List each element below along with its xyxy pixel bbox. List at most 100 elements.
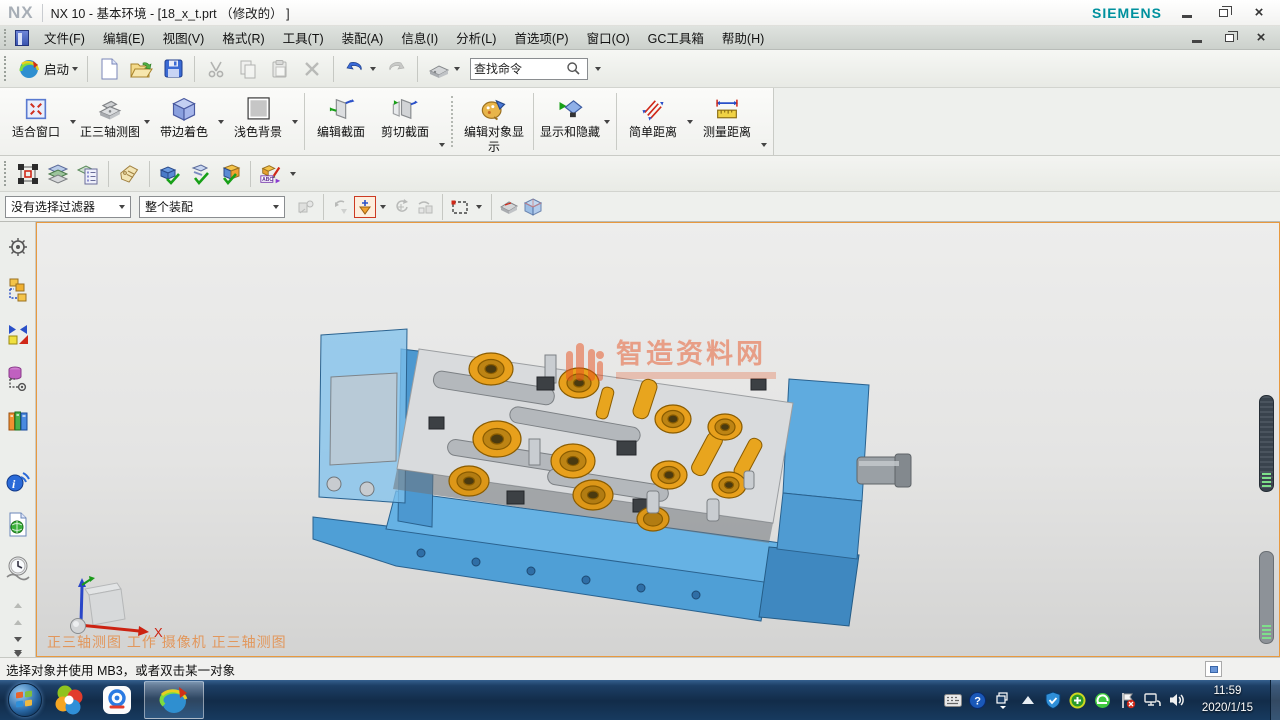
chevron-down-icon[interactable] xyxy=(292,120,298,124)
chevron-down-icon[interactable] xyxy=(144,120,150,124)
web-browser-icon[interactable] xyxy=(3,510,33,540)
simple-distance-button[interactable]: 简单距离 xyxy=(621,90,685,153)
search-icon[interactable] xyxy=(566,61,581,76)
save-button[interactable] xyxy=(157,55,189,83)
selection-scope-combo[interactable]: 整个装配 xyxy=(139,196,285,218)
scroll-down-icon[interactable] xyxy=(14,637,22,642)
isometric-view-button[interactable]: 正三轴测图 xyxy=(78,90,142,153)
window-mode-icon[interactable] xyxy=(1205,661,1222,677)
reuse-library-icon[interactable] xyxy=(3,407,33,437)
menu-information[interactable]: 信息(I) xyxy=(392,25,447,50)
assembly-cut-button[interactable] xyxy=(215,160,245,188)
3d-model-fixture-assembly[interactable] xyxy=(301,321,921,631)
constraint-navigator-icon[interactable] xyxy=(3,319,33,349)
simple-distance-icon xyxy=(639,95,667,123)
show-hidden-icons-button[interactable] xyxy=(1019,691,1037,709)
security-shield-icon[interactable] xyxy=(1044,691,1062,709)
menu-edit[interactable]: 编辑(E) xyxy=(94,25,154,50)
command-finder[interactable] xyxy=(470,58,588,80)
input-keyboard-icon[interactable] xyxy=(944,691,962,709)
selection-filter-combo[interactable]: 没有选择过滤器 xyxy=(5,196,131,218)
search-options-chevron[interactable] xyxy=(595,67,601,71)
measure-distance-button[interactable]: 测量距离 xyxy=(695,90,759,153)
hd3d-tools-icon[interactable]: i xyxy=(3,466,33,496)
snap-point-button[interactable] xyxy=(13,160,43,188)
volume-tray-icon[interactable] xyxy=(1169,691,1187,709)
edit-object-display-button[interactable]: 编辑对象显示 xyxy=(459,90,529,153)
network-tray-icon[interactable] xyxy=(1144,691,1162,709)
start-button[interactable] xyxy=(8,683,42,717)
menu-help[interactable]: 帮助(H) xyxy=(713,25,773,50)
object-name-edit-button[interactable]: ABC xyxy=(256,160,286,188)
start-button[interactable]: 启动 xyxy=(13,55,82,83)
chevron-down-icon[interactable] xyxy=(604,120,610,124)
chevron-down-icon[interactable] xyxy=(70,120,76,124)
window-expand-tray-icon[interactable] xyxy=(994,691,1012,709)
taskbar-app-360[interactable] xyxy=(48,681,90,719)
antivirus-plus-icon[interactable] xyxy=(1069,691,1087,709)
shaded-with-edges-button[interactable]: 带边着色 xyxy=(152,90,216,153)
move-component-button[interactable] xyxy=(185,160,215,188)
undo-arrow-icon xyxy=(343,57,367,81)
show-desktop-button[interactable] xyxy=(1270,680,1280,720)
display-mode-button[interactable] xyxy=(423,55,464,83)
layer-category-button[interactable] xyxy=(73,160,103,188)
roller-gear-icon[interactable] xyxy=(3,232,33,262)
edit-section-button[interactable]: 编辑截面 xyxy=(309,90,373,153)
toolbar-grip[interactable] xyxy=(4,161,9,186)
action-center-flag-icon[interactable] xyxy=(1119,691,1137,709)
part-navigator-icon[interactable] xyxy=(3,363,33,393)
assembly-navigator-icon[interactable] xyxy=(3,276,33,306)
zoom-slider-handle[interactable] xyxy=(1259,551,1274,644)
annotation-tag-button[interactable] xyxy=(114,160,144,188)
chevron-down-icon[interactable] xyxy=(476,205,482,209)
menu-gc-toolbox[interactable]: GC工具箱 xyxy=(639,25,713,50)
light-background-icon xyxy=(244,95,272,123)
light-background-button[interactable]: 浅色背景 xyxy=(226,90,290,153)
shaded-object-button[interactable] xyxy=(498,196,520,218)
close-button[interactable]: × xyxy=(1248,4,1270,22)
chevron-down-icon[interactable] xyxy=(218,120,224,124)
open-button[interactable] xyxy=(125,55,157,83)
taskbar-clock[interactable]: 11:59 2020/1/15 xyxy=(1194,683,1263,716)
new-button[interactable] xyxy=(93,55,125,83)
clip-section-button[interactable]: 剪切截面 xyxy=(373,90,437,153)
child-restore-button[interactable] xyxy=(1218,29,1240,47)
menu-analysis[interactable]: 分析(L) xyxy=(447,25,505,50)
search-input[interactable] xyxy=(474,62,566,76)
chevron-down-icon[interactable] xyxy=(687,120,693,124)
transparent-cube-button[interactable] xyxy=(522,196,544,218)
child-minimize-button[interactable] xyxy=(1186,29,1208,47)
menu-window[interactable]: 窗口(O) xyxy=(578,25,639,50)
menu-view[interactable]: 视图(V) xyxy=(154,25,214,50)
chevron-down-icon[interactable] xyxy=(380,205,386,209)
snap-point-toggle-active[interactable] xyxy=(354,196,376,218)
chevron-down-icon[interactable] xyxy=(290,172,296,176)
toolbar-grip[interactable] xyxy=(4,56,9,82)
menu-format[interactable]: 格式(R) xyxy=(213,25,273,50)
child-close-button[interactable]: × xyxy=(1250,29,1272,47)
menu-preferences[interactable]: 首选项(P) xyxy=(505,25,577,50)
help-tray-icon[interactable]: ? xyxy=(969,691,987,709)
minimize-button[interactable] xyxy=(1176,4,1198,22)
assembly-constraints-button[interactable] xyxy=(155,160,185,188)
menu-assemblies[interactable]: 装配(A) xyxy=(333,25,393,50)
chevron-down-icon[interactable] xyxy=(761,143,767,147)
graphics-viewport[interactable]: 智造资料网 X 正三轴测图 工作 摄像机 正三轴测图 xyxy=(36,222,1280,657)
show-hide-button[interactable]: 显示和隐藏 xyxy=(538,90,602,153)
toolbar-grip[interactable] xyxy=(451,96,455,147)
ie-browser-tray-icon[interactable] xyxy=(1094,691,1112,709)
taskbar-app-netdisk[interactable] xyxy=(96,681,138,719)
chevron-down-icon[interactable] xyxy=(439,143,445,147)
layer-settings-button[interactable] xyxy=(43,160,73,188)
menu-tools[interactable]: 工具(T) xyxy=(274,25,333,50)
rectangle-select-button[interactable] xyxy=(449,196,471,218)
clip-slider-handle[interactable] xyxy=(1259,395,1274,492)
toolbar-grip[interactable] xyxy=(4,29,9,45)
menu-file[interactable]: 文件(F) xyxy=(35,25,94,50)
restore-button[interactable] xyxy=(1212,4,1234,22)
history-icon[interactable] xyxy=(3,553,33,583)
undo-button[interactable] xyxy=(339,55,380,83)
fit-window-button[interactable]: 适合窗口 xyxy=(4,90,68,153)
taskbar-app-nx-active[interactable] xyxy=(144,681,204,719)
